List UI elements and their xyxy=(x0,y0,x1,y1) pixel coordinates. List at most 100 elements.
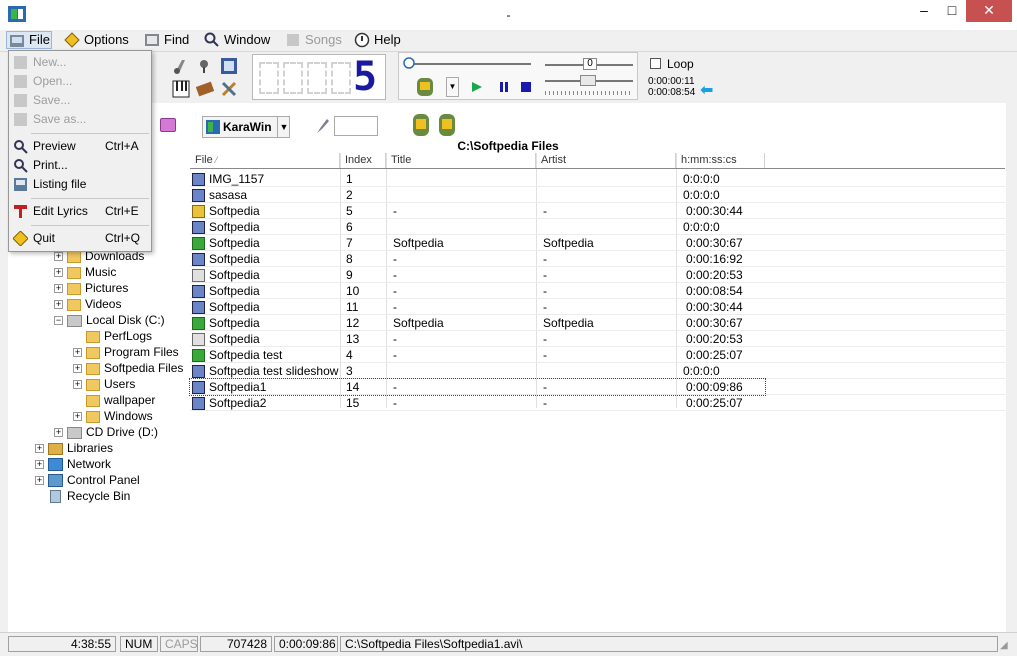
jukebox-icon[interactable] xyxy=(438,113,456,137)
column-header-title[interactable]: Title xyxy=(386,153,536,169)
tree-item-cd-drive[interactable]: + CD Drive (D:) xyxy=(54,424,158,440)
film-icon[interactable] xyxy=(220,57,238,75)
cell-title: - xyxy=(393,396,397,410)
table-row[interactable]: Softpedia 7 Softpedia Softpedia 0:00:30:67 xyxy=(190,235,765,251)
menu-separator xyxy=(31,225,149,226)
expand-icon[interactable]: + xyxy=(54,252,63,262)
expand-icon[interactable]: + xyxy=(35,460,44,470)
tree-item-label: Network xyxy=(67,457,112,471)
column-header-artist[interactable]: Artist xyxy=(536,153,676,169)
tree-item-softpedia-files[interactable]: + Softpedia Files xyxy=(73,360,183,376)
expand-icon[interactable]: + xyxy=(35,476,44,486)
expand-icon[interactable]: + xyxy=(54,284,63,294)
close-button[interactable]: ✕ xyxy=(966,0,1012,22)
file-menu-new[interactable]: New... xyxy=(11,53,149,72)
position-track[interactable] xyxy=(407,63,531,65)
table-row[interactable]: Softpedia 9 - - 0:00:20:53 xyxy=(190,267,765,283)
menu-help[interactable]: Help xyxy=(352,31,402,49)
maximize-button[interactable]: □ xyxy=(938,0,966,22)
table-row[interactable]: Softpedia 11 - - 0:00:30:44 xyxy=(190,299,765,315)
collapse-icon[interactable]: − xyxy=(54,316,63,326)
table-row[interactable]: Softpedia 13 - - 0:00:20:53 xyxy=(190,331,765,347)
chevron-down-icon[interactable]: ▼ xyxy=(277,117,290,137)
table-row[interactable]: Softpedia test 4 - - 0:00:25:07 xyxy=(190,347,765,363)
stop-icon[interactable] xyxy=(521,82,531,92)
search-input[interactable] xyxy=(334,116,378,136)
table-row[interactable]: Softpedia 6 0:0:0:0 xyxy=(190,219,765,235)
table-row[interactable]: Softpedia 5 - - 0:00:30:44 xyxy=(190,203,765,219)
file-menu-save[interactable]: Save... xyxy=(11,91,149,110)
menu-window[interactable]: Window xyxy=(202,31,274,49)
table-row[interactable]: Softpedia 10 - - 0:00:08:54 xyxy=(190,283,765,299)
midi-note-icon[interactable] xyxy=(172,57,190,75)
file-menu-open[interactable]: Open... xyxy=(11,72,149,91)
cell-title: - xyxy=(393,252,397,266)
file-menu-quit[interactable]: Quit Ctrl+Q xyxy=(11,229,149,248)
tree-item-program-files[interactable]: + Program Files xyxy=(73,344,179,360)
tree-item-perflogs[interactable]: PerfLogs xyxy=(86,328,152,344)
file-menu-edit-lyrics[interactable]: Edit Lyrics Ctrl+E xyxy=(11,202,149,221)
expand-icon[interactable]: + xyxy=(54,300,63,310)
table-row[interactable]: Softpedia2 15 - - 0:00:25:07 xyxy=(190,395,765,411)
guitar-icon[interactable] xyxy=(196,80,214,98)
column-header-time[interactable]: h:mm:ss:cs xyxy=(676,153,765,169)
column-header-index[interactable]: Index xyxy=(340,153,386,169)
piano-icon[interactable] xyxy=(172,80,190,98)
tree-item-control-panel[interactable]: + Control Panel xyxy=(35,472,140,488)
expand-icon[interactable]: + xyxy=(54,268,63,278)
header-divider xyxy=(190,168,1005,169)
pause-icon[interactable] xyxy=(499,82,509,92)
jukebox-dropdown-arrow[interactable]: ▼ xyxy=(446,77,459,97)
table-row[interactable]: Softpedia test slideshow 3 0:0:0:0 xyxy=(190,363,765,379)
playlist-icon[interactable] xyxy=(160,118,176,132)
microphone-icon[interactable] xyxy=(196,57,214,75)
expand-icon[interactable]: + xyxy=(54,428,63,438)
jukebox-icon[interactable] xyxy=(412,113,430,137)
column-header-file[interactable]: File ⁄ xyxy=(190,153,340,169)
tree-item-libraries[interactable]: + Libraries xyxy=(35,440,113,456)
expand-icon[interactable]: + xyxy=(73,380,82,390)
loop-checkbox[interactable] xyxy=(650,58,661,69)
playlist-selector[interactable]: KaraWin ▼ xyxy=(202,116,290,138)
file-menu-listing-file[interactable]: Listing file xyxy=(11,175,149,194)
volume-value[interactable]: 0 xyxy=(583,58,597,70)
file-menu-preview[interactable]: Preview Ctrl+A xyxy=(11,137,149,156)
table-row[interactable]: Softpedia 8 - - 0:00:16:92 xyxy=(190,251,765,267)
tree-item-pictures[interactable]: + Pictures xyxy=(54,280,128,296)
menu-options[interactable]: Options xyxy=(62,31,132,49)
tools-icon[interactable] xyxy=(220,80,238,98)
vertical-scrollbar[interactable] xyxy=(1006,103,1016,633)
file-name: Softpedia xyxy=(209,284,260,298)
cell-artist: - xyxy=(543,348,547,362)
menu-file[interactable]: File xyxy=(6,31,52,49)
tempo-thumb[interactable] xyxy=(580,75,596,86)
tree-item-users[interactable]: + Users xyxy=(73,376,135,392)
tree-item-recycle-bin[interactable]: Recycle Bin xyxy=(48,488,130,504)
tree-item-music[interactable]: + Music xyxy=(54,264,116,280)
table-row[interactable]: sasasa 2 0:0:0:0 xyxy=(190,187,765,203)
file-menu-print[interactable]: Print... xyxy=(11,156,149,175)
expand-icon[interactable]: + xyxy=(73,412,82,422)
table-row[interactable]: IMG_1157 1 0:0:0:0 xyxy=(190,171,765,187)
tree-item-local-disk[interactable]: − Local Disk (C:) xyxy=(54,312,165,328)
rocket-icon[interactable] xyxy=(315,117,331,135)
expand-icon[interactable]: + xyxy=(73,364,82,374)
cell-artist: - xyxy=(543,380,547,394)
expand-icon[interactable]: + xyxy=(35,444,44,454)
table-row[interactable]: Softpedia1 14 - - 0:00:09:86 xyxy=(189,378,766,396)
tree-item-videos[interactable]: + Videos xyxy=(54,296,121,312)
jukebox-icon[interactable] xyxy=(415,77,435,97)
position-thumb-icon[interactable] xyxy=(403,56,415,70)
table-row[interactable]: Softpedia 12 Softpedia Softpedia 0:00:30:67 xyxy=(190,315,765,331)
tree-item-windows[interactable]: + Windows xyxy=(73,408,153,424)
menu-songs[interactable]: Songs xyxy=(283,31,343,49)
resize-grip-icon[interactable]: ◢ xyxy=(1000,640,1008,651)
tree-item-network[interactable]: + Network xyxy=(35,456,111,472)
menu-find[interactable]: Find xyxy=(142,31,192,49)
minimize-button[interactable]: – xyxy=(910,0,938,22)
tree-item-wallpaper[interactable]: wallpaper xyxy=(86,392,155,408)
play-icon[interactable] xyxy=(471,81,483,93)
back-arrow-icon[interactable]: ⬅ xyxy=(700,80,713,100)
expand-icon[interactable]: + xyxy=(73,348,82,358)
file-menu-save-as[interactable]: Save as... xyxy=(11,110,149,129)
